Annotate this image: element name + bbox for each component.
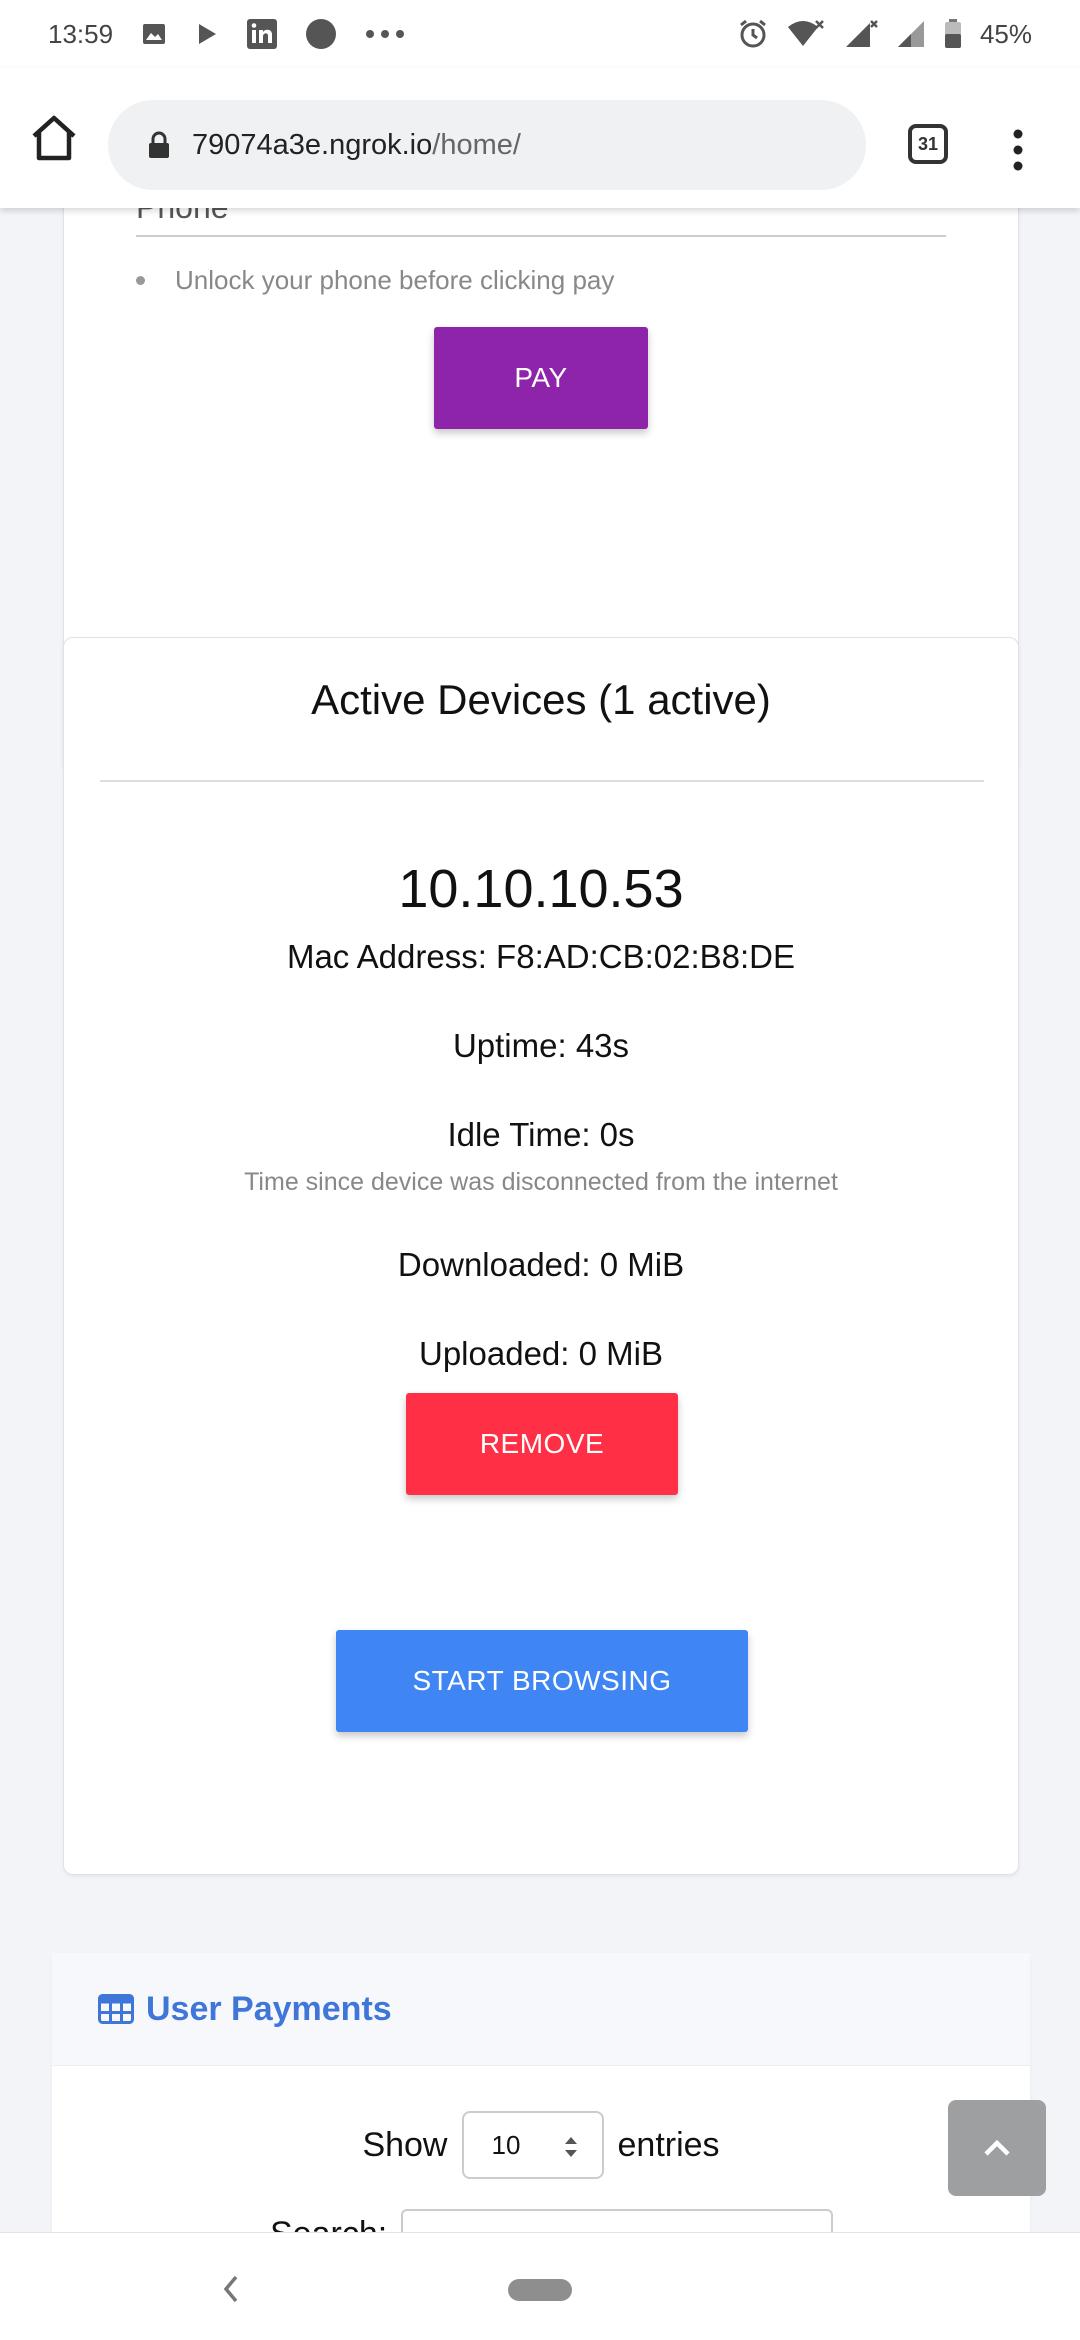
pay-button[interactable]: PAY (434, 327, 648, 429)
chevron-left-icon (223, 2275, 238, 2303)
back-button[interactable] (218, 2269, 242, 2309)
scroll-to-top-button[interactable] (948, 2100, 1046, 2196)
battery-percent: 45% (979, 18, 1032, 49)
home-pill[interactable] (508, 2279, 572, 2301)
chevron-up-icon (984, 2139, 1010, 2156)
play-icon (195, 21, 219, 47)
active-devices-title: Active Devices (1 active) (311, 676, 771, 723)
wifi-icon (786, 19, 826, 49)
user-payments-header: User Payments (52, 1953, 1030, 2066)
alarm-icon (738, 19, 768, 49)
circle-icon (305, 18, 337, 50)
linkedin-icon (247, 19, 278, 49)
pay-hint-text: Unlock your phone before clicking pay (175, 265, 615, 295)
pay-hint: Unlock your phone before clicking pay (136, 265, 614, 296)
status-time: 13:59 (48, 18, 114, 49)
more-vert-icon (1013, 129, 1023, 171)
bullet-icon (136, 276, 145, 285)
device-uploaded: Uploaded: 0 MiB (419, 1335, 663, 1372)
entries-length-control: Show 10 entries (52, 2111, 1030, 2179)
device-mac: Mac Address: F8:AD:CB:02:B8:DE (286, 938, 796, 975)
device-ip: 10.10.10.53 (398, 859, 684, 919)
image-icon (141, 21, 167, 47)
start-browsing-button[interactable]: START BROWSING (336, 1630, 748, 1732)
entries-label: entries (617, 2125, 720, 2164)
lock-icon (148, 131, 170, 159)
user-payments-card: User Payments Show 10 entries Search: (52, 1953, 1030, 2232)
url-path: /home/ (432, 128, 521, 161)
battery-icon (944, 19, 962, 49)
divider (100, 780, 984, 782)
active-devices-card: Active Devices (1 active) 10.10.10.53 Ma… (63, 637, 1019, 1875)
remove-button[interactable]: REMOVE (406, 1393, 678, 1495)
device-downloaded: Downloaded: 0 MiB (397, 1246, 685, 1283)
system-nav-bar (0, 2232, 1080, 2340)
address-bar[interactable]: 79074a3e.ngrok.io/home/ (108, 100, 866, 190)
home-icon (32, 115, 76, 161)
table-icon (98, 1994, 134, 2024)
table-search: Search: (270, 2209, 834, 2232)
status-bar: 13:59 45% (0, 0, 1080, 68)
search-input[interactable] (401, 2209, 834, 2232)
device-idle-time: Idle Time: 0s (447, 1116, 635, 1153)
page-content: Phone Unlock your phone before clicking … (0, 208, 1080, 2232)
signal-icon (844, 19, 878, 49)
device-uptime: Uptime: 43s (452, 1027, 630, 1064)
user-payments-title: User Payments (146, 1989, 392, 2028)
search-label: Search: (270, 2215, 387, 2232)
home-button[interactable] (28, 112, 80, 164)
entries-select-value: 10 (491, 2129, 521, 2160)
tab-count: 31 (917, 133, 939, 154)
more-dots-icon (365, 29, 405, 39)
sort-arrows-icon (564, 2137, 577, 2157)
phone-field-underline[interactable] (136, 235, 946, 237)
url-domain: 79074a3e.ngrok.io (192, 128, 433, 161)
signal-icon (896, 19, 926, 49)
phone-field-label: Phone (136, 208, 229, 226)
browser-toolbar: 79074a3e.ngrok.io/home/ 31 (0, 68, 1080, 208)
show-label: Show (362, 2125, 448, 2164)
tab-switcher-button[interactable]: 31 (908, 124, 948, 164)
idle-time-note: Time since device was disconnected from … (244, 1168, 838, 1196)
entries-select[interactable]: 10 (461, 2111, 604, 2179)
browser-menu-button[interactable] (1006, 120, 1030, 180)
